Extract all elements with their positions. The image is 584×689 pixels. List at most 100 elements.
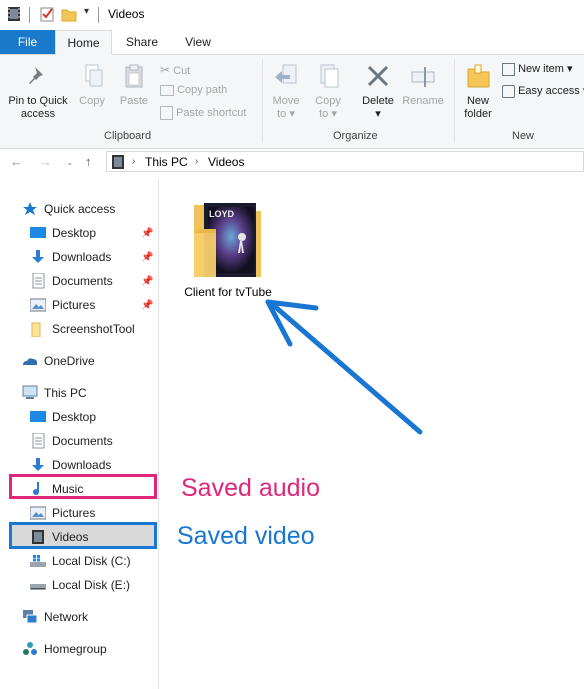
sidebar-item-label: Documents <box>52 274 113 288</box>
pictures-icon <box>30 298 46 312</box>
copy-to-icon <box>320 64 339 88</box>
properties-icon[interactable] <box>39 6 55 22</box>
copy-to-label-1: Copy <box>315 95 341 107</box>
paste-shortcut-label: Paste shortcut <box>176 106 247 119</box>
paste-label: Paste <box>119 95 149 107</box>
pin-to-quick-access-button[interactable]: Pin to Quick access <box>4 63 72 121</box>
folder-item[interactable]: LOYD Client for tvTube <box>180 193 276 303</box>
sidebar-item-label: Pictures <box>52 506 96 520</box>
folder-icon <box>31 322 41 337</box>
cut-button[interactable]: ✂ Cut <box>160 63 190 77</box>
move-to-icon <box>275 64 297 84</box>
ribbon: Pin to Quick access Copy Paste ✂ Cut Cop… <box>0 55 584 149</box>
paste-button[interactable]: Paste <box>114 63 154 108</box>
delete-icon <box>367 65 389 87</box>
copy-to-button[interactable]: Copy to ▾ <box>310 63 346 121</box>
back-arrow-icon[interactable]: ← <box>10 154 23 169</box>
computer-icon <box>22 385 38 399</box>
address-bar[interactable]: › This PC › Videos <box>106 151 584 172</box>
sidebar-item-label: OneDrive <box>44 354 95 368</box>
tab-share[interactable]: Share <box>118 30 166 54</box>
delete-label: Delete <box>362 95 394 107</box>
rename-button[interactable]: Rename <box>400 63 446 108</box>
easy-access-icon <box>502 84 515 98</box>
sidebar-item-label: Pictures <box>52 298 96 312</box>
move-to-label-2: to <box>277 108 287 120</box>
paste-shortcut-button[interactable]: Paste shortcut <box>160 106 246 120</box>
sidebar-item-label: Downloads <box>52 250 112 264</box>
copy-button[interactable]: Copy <box>74 63 110 108</box>
new-item-icon <box>502 62 515 76</box>
window-title: Videos <box>108 7 145 21</box>
recent-locations-icon[interactable]: ⌄ <box>66 157 74 168</box>
copy-path-button[interactable]: Copy path <box>160 84 227 96</box>
customize-quick-access-icon[interactable]: ▾ <box>84 6 89 17</box>
organize-group-label: Organize <box>333 130 378 142</box>
tab-view[interactable]: View <box>174 30 222 54</box>
pin-label-2: access <box>20 108 56 120</box>
pin-icon[interactable]: 📌 <box>141 300 153 311</box>
new-folder-button[interactable]: New folder <box>458 63 498 121</box>
copy-label: Copy <box>79 95 105 107</box>
thumbnail-text: LOYD <box>209 209 235 219</box>
sidebar-item-label: This PC <box>44 386 87 400</box>
navigation-pane: Quick access Desktop 📌 Downloads 📌 Docum… <box>0 180 159 689</box>
folder-item-name: Client for tvTube <box>184 285 272 299</box>
move-to-button[interactable]: Move to ▾ <box>268 63 304 121</box>
pictures-icon <box>30 506 46 520</box>
desktop-icon <box>30 227 46 238</box>
download-icon <box>32 250 44 263</box>
sidebar-item-label: ScreenshotTool <box>52 322 135 336</box>
sidebar-item-label: Desktop <box>52 410 97 424</box>
clipboard-group-label: Clipboard <box>104 130 152 142</box>
star-icon <box>23 202 37 215</box>
easy-access-button[interactable]: Easy access ▾ <box>502 84 584 98</box>
drive-windows-icon <box>30 555 46 567</box>
copy-path-label: Copy path <box>177 84 228 96</box>
cut-label: Cut <box>173 65 191 77</box>
new-item-button[interactable]: New item ▾ <box>502 62 572 76</box>
sidebar-item-label: Documents <box>52 434 113 448</box>
paste-icon <box>125 64 143 88</box>
new-group-label: New <box>512 130 535 142</box>
video-folder-icon[interactable] <box>6 6 22 22</box>
crumb-separator-icon[interactable]: › <box>195 156 198 167</box>
documents-icon <box>32 273 45 289</box>
title-bar: ▾ Videos <box>0 0 584 30</box>
delete-button[interactable]: Delete ▾ <box>358 63 398 121</box>
tab-file[interactable]: File <box>0 30 55 54</box>
rename-icon <box>411 67 435 87</box>
network-icon <box>23 610 38 624</box>
homegroup-icon <box>23 642 37 655</box>
easy-access-label: Easy access <box>518 85 580 97</box>
crumb-videos[interactable]: Videos <box>208 155 244 169</box>
new-folder-icon <box>467 64 490 88</box>
pin-icon <box>29 67 43 84</box>
tab-home[interactable]: Home <box>55 30 112 55</box>
crumb-separator-icon[interactable]: › <box>132 156 135 167</box>
pin-icon[interactable]: 📌 <box>141 276 153 287</box>
up-arrow-icon[interactable]: ↑ <box>85 154 92 169</box>
forward-arrow-icon[interactable]: → <box>39 154 52 169</box>
saved-video-annotation: Saved video <box>177 522 315 550</box>
music-highlight-box <box>9 474 157 499</box>
sidebar-item-label: Desktop <box>52 226 97 240</box>
sidebar-item-label: Quick access <box>44 202 116 216</box>
video-highlight-box <box>9 522 157 549</box>
crumb-this-pc[interactable]: This PC <box>145 155 188 169</box>
new-folder-quick-icon[interactable] <box>61 6 77 22</box>
pin-label-1: Pin to Quick <box>8 95 68 107</box>
desktop-icon <box>30 411 46 422</box>
sidebar-item-label: Local Disk (C:) <box>52 554 131 568</box>
documents-icon <box>32 433 45 449</box>
ribbon-tabs: File Home Share View <box>0 30 584 55</box>
sidebar-item-label: Downloads <box>52 458 112 472</box>
pin-icon[interactable]: 📌 <box>141 252 153 263</box>
pin-icon[interactable]: 📌 <box>141 228 153 239</box>
paste-shortcut-icon <box>160 106 173 120</box>
download-icon <box>32 458 44 471</box>
sidebar-item-label: Homegroup <box>44 642 107 656</box>
drive-icon <box>30 584 46 590</box>
copy-icon <box>85 64 103 87</box>
new-folder-label-1: New <box>466 95 489 107</box>
